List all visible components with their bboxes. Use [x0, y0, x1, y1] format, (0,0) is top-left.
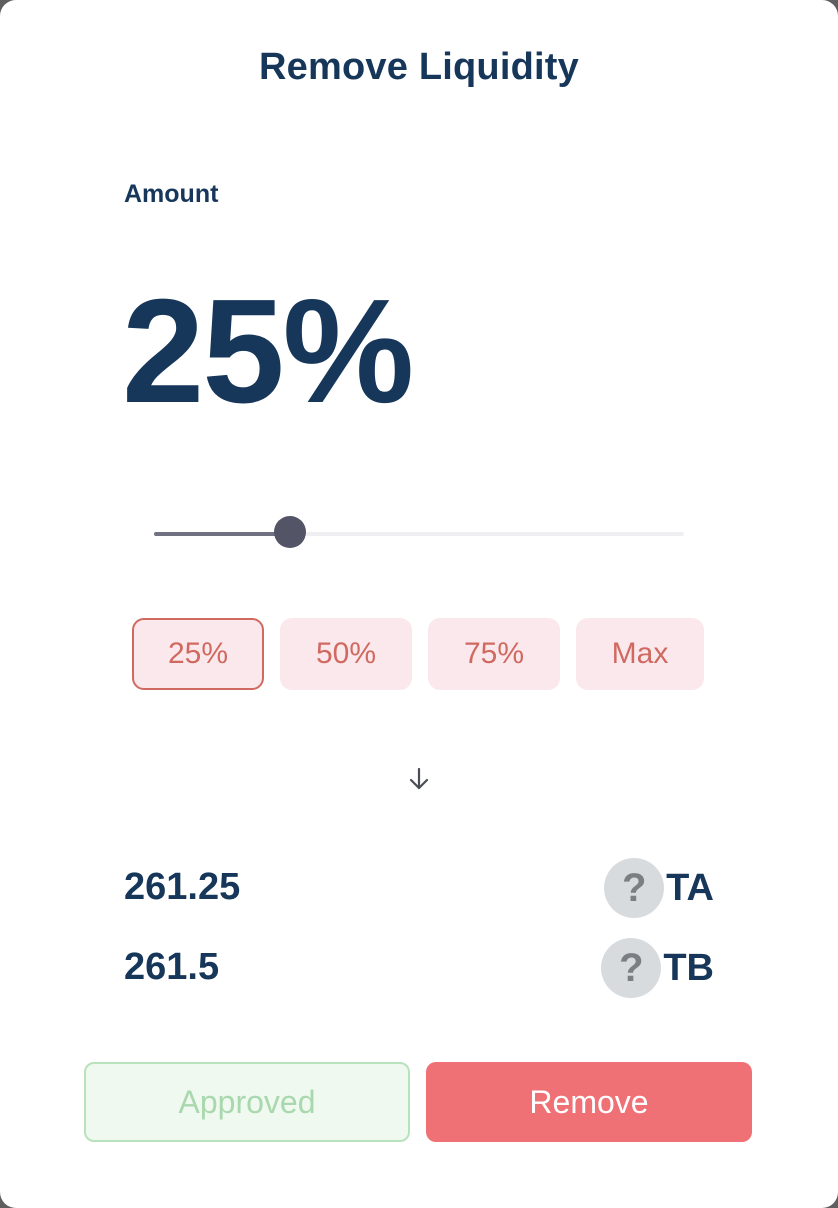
- preset-buttons: 25% 50% 75% Max: [132, 618, 704, 690]
- amount-label: Amount: [124, 180, 219, 208]
- output-amount: 261.25: [124, 866, 241, 908]
- token-symbol: TA: [666, 866, 714, 909]
- amount-slider[interactable]: [154, 514, 684, 554]
- preset-25-button[interactable]: 25%: [132, 618, 264, 690]
- preset-max-button[interactable]: Max: [576, 618, 704, 690]
- amount-percent-display: 25%: [122, 269, 414, 434]
- output-row-token-b: 261.5 ? TB: [124, 938, 714, 998]
- page-title: Remove Liquidity: [259, 46, 579, 88]
- remove-liquidity-card: Remove Liquidity Amount 25% 25% 50% 75% …: [0, 0, 838, 1208]
- preset-50-button[interactable]: 50%: [280, 618, 412, 690]
- approved-button: Approved: [84, 1062, 410, 1142]
- token-symbol: TB: [663, 946, 714, 989]
- slider-fill: [154, 532, 290, 536]
- token-a: ? TA: [604, 858, 714, 918]
- output-row-token-a: 261.25 ? TA: [124, 858, 714, 918]
- preset-75-button[interactable]: 75%: [428, 618, 560, 690]
- unknown-token-icon: ?: [604, 858, 665, 918]
- remove-button[interactable]: Remove: [426, 1062, 752, 1142]
- unknown-token-icon: ?: [601, 938, 662, 998]
- slider-thumb[interactable]: [274, 516, 306, 548]
- output-amount: 261.5: [124, 946, 220, 988]
- token-b: ? TB: [601, 938, 714, 998]
- arrow-down-icon: [409, 767, 429, 790]
